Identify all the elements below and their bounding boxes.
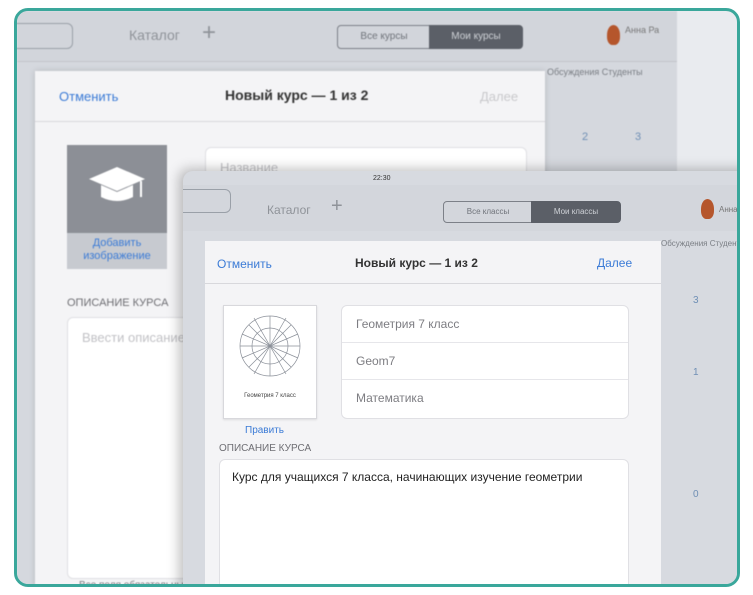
course-name-value: Геометрия 7 класс (356, 317, 460, 331)
back-catalog-label[interactable]: Каталог (129, 27, 180, 43)
course-thumbnail[interactable]: Геометрия 7 класс (223, 305, 317, 419)
back-add-button[interactable]: + (202, 19, 216, 47)
front-cell: 0 (693, 583, 699, 584)
course-description-text: Курс для учащихся 7 класса, начинающих и… (232, 470, 583, 484)
course-name-field[interactable]: Геометрия 7 класс (342, 306, 628, 343)
back-modal-header: Отменить Новый курс — 1 из 2 Далее (35, 71, 545, 122)
front-add-button[interactable]: + (331, 195, 343, 218)
course-fields: Геометрия 7 класс Geom7 Математика (341, 305, 629, 419)
back-segment-mine[interactable]: Мои курсы (429, 25, 523, 49)
graduation-cap-icon (89, 167, 145, 201)
back-table-header: Обсуждения Студенты (547, 67, 643, 77)
front-segment-mine[interactable]: Мои классы (531, 201, 621, 223)
course-subject-value: Математика (356, 391, 424, 405)
back-left-button[interactable] (17, 23, 73, 49)
front-nav-bar: Каталог + Все классы Мои классы Анна (183, 185, 737, 231)
modal-header: Отменить Новый курс — 1 из 2 Далее (205, 241, 661, 284)
back-avatar[interactable] (607, 25, 620, 45)
front-screen: 22:30 Каталог + Все классы Мои классы Ан… (183, 171, 740, 584)
back-add-image-button[interactable]: Добавить изображение (67, 233, 167, 269)
status-clock: 22:30 (373, 175, 391, 182)
thumbnail-caption: Геометрия 7 класс (244, 393, 296, 399)
front-table-header: Обсуждения Студенты (661, 239, 740, 248)
back-modal-title: Новый курс — 1 из 2 (225, 87, 369, 103)
front-cell: 0 (693, 489, 699, 500)
back-cell: 3 (635, 131, 642, 143)
front-segment-all[interactable]: Все классы (443, 201, 533, 223)
edit-image-button[interactable]: Править (245, 425, 284, 436)
cancel-button[interactable]: Отменить (217, 257, 272, 271)
course-code-field[interactable]: Geom7 (342, 343, 628, 380)
front-left-button[interactable] (183, 189, 231, 213)
back-footer-note: Все поля обязательны, желание». Эту н (79, 580, 187, 587)
front-cell: 1 (693, 367, 699, 378)
back-user-name[interactable]: Анна Ра (625, 25, 659, 35)
course-desc-label: ОПИСАНИЕ КУРСА (219, 443, 312, 454)
back-segment-all[interactable]: Все курсы (337, 25, 431, 49)
back-cancel-button[interactable]: Отменить (59, 89, 118, 104)
front-avatar[interactable] (701, 199, 714, 219)
back-desc-label: ОПИСАНИЕ КУРСА (67, 297, 169, 309)
back-cell: 2 (582, 131, 589, 143)
course-subject-field[interactable]: Математика (342, 380, 628, 417)
back-desc-placeholder: Ввести описание (82, 330, 185, 345)
back-next-button[interactable]: Далее (480, 89, 518, 104)
course-description-field[interactable]: Курс для учащихся 7 класса, начинающих и… (219, 459, 629, 584)
device-frame: Каталог + Все курсы Мои курсы Анна Ра Об… (14, 8, 740, 587)
new-course-modal: Отменить Новый курс — 1 из 2 Далее Геоме… (205, 241, 661, 584)
modal-title: Новый курс — 1 из 2 (355, 256, 478, 270)
geometry-diagram-icon (239, 315, 301, 377)
course-code-value: Geom7 (356, 354, 396, 368)
front-cell: 3 (693, 295, 699, 306)
next-button[interactable]: Далее (597, 256, 632, 270)
back-nav-bar: Каталог + Все курсы Мои курсы Анна Ра (17, 11, 677, 62)
front-catalog-label[interactable]: Каталог (267, 203, 311, 217)
front-user-name[interactable]: Анна (719, 205, 737, 214)
